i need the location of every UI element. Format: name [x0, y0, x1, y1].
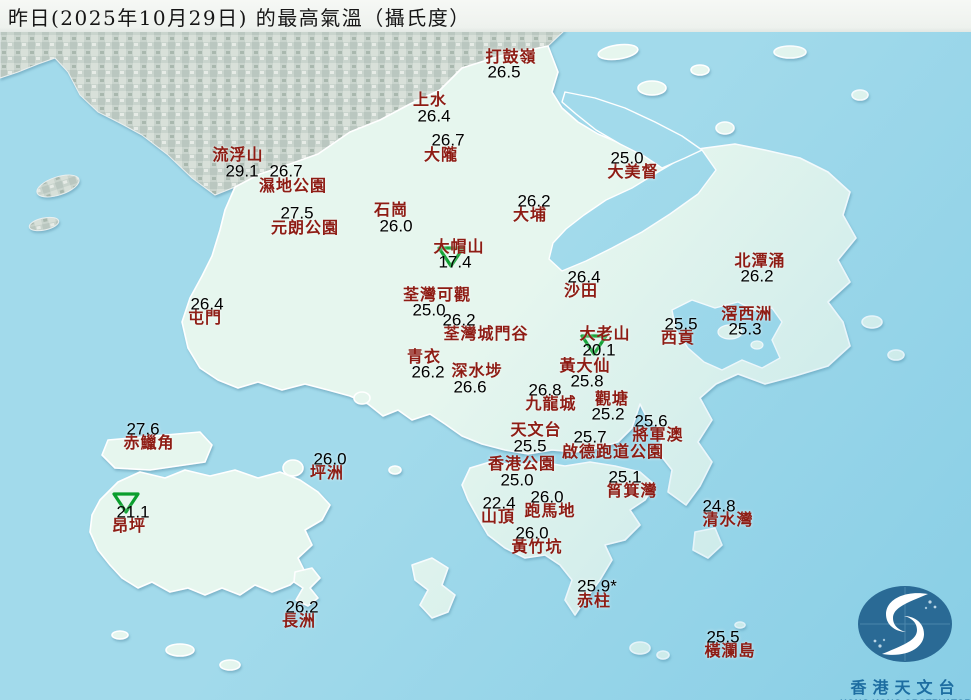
station-value: 26.0 — [379, 216, 413, 236]
station-value: 29.1 — [225, 161, 259, 181]
station-value: 17.4 — [438, 252, 472, 272]
station-value: 25.0 — [412, 300, 446, 320]
hko-logo-name-zh: 香港天文台 — [850, 678, 961, 697]
station-value: 26.4 — [190, 294, 224, 314]
station-value: 24.8 — [702, 496, 736, 516]
station-value: 20.1 — [582, 340, 616, 360]
station-value: 26.7 — [431, 130, 465, 150]
station-value: 22.4 — [482, 493, 516, 513]
hko-logo: 香港天文台 HONG KONG OBSERVATORY — [840, 580, 971, 700]
station-value: 27.6 — [126, 419, 160, 439]
station-value: 26.2 — [517, 191, 551, 211]
station-value: 26.4 — [567, 267, 601, 287]
station-value: 25.5 — [513, 436, 547, 456]
station-value: 25.0 — [610, 148, 644, 168]
station-value: 26.7 — [269, 161, 303, 181]
station-value: 26.5 — [487, 62, 521, 82]
map-title: 昨日(2025年10月29日) 的最高氣溫（攝氏度） — [8, 5, 471, 30]
station-value: 25.1 — [608, 467, 642, 487]
station-value: 26.8 — [528, 380, 562, 400]
station-value: 27.5 — [280, 203, 314, 223]
station-value: 25.0 — [500, 470, 534, 490]
station-value: 26.4 — [417, 106, 451, 126]
hko-max-temperature-map: 昨日(2025年10月29日) 的最高氣溫（攝氏度） 26.5 打鼓嶺 26.4 上水… — [0, 0, 971, 700]
station-value: 26.2 — [442, 310, 476, 330]
station-value: 25.5 — [664, 314, 698, 334]
title-bar: 昨日(2025年10月29日) 的最高氣溫（攝氏度） — [0, 0, 971, 32]
station-value: 25.7 — [573, 427, 607, 447]
station-value: 26.6 — [453, 377, 487, 397]
hko-logo-icon — [858, 586, 952, 662]
station-value: 26.0 — [530, 487, 564, 507]
station-value: 25.8 — [570, 371, 604, 391]
station-value: 25.5 — [706, 627, 740, 647]
station-value: 25.6 — [634, 411, 668, 431]
station-value: 25.3 — [728, 319, 762, 339]
station-value: 26.0 — [313, 449, 347, 469]
station-value: 21.1 — [116, 502, 150, 522]
station-value: 26.2 — [411, 362, 445, 382]
station-value: 25.9* — [577, 576, 617, 596]
station-value: 26.2 — [740, 266, 774, 286]
station-value: 25.2 — [591, 404, 625, 424]
station-value: 26.0 — [515, 523, 549, 543]
station-value: 26.2 — [285, 597, 319, 617]
station-labels-layer: 26.5 打鼓嶺 26.4 上水 26.7 大隴 29.1 流浮山 26.7 濕地公園 27.5 元朗… — [0, 0, 971, 700]
